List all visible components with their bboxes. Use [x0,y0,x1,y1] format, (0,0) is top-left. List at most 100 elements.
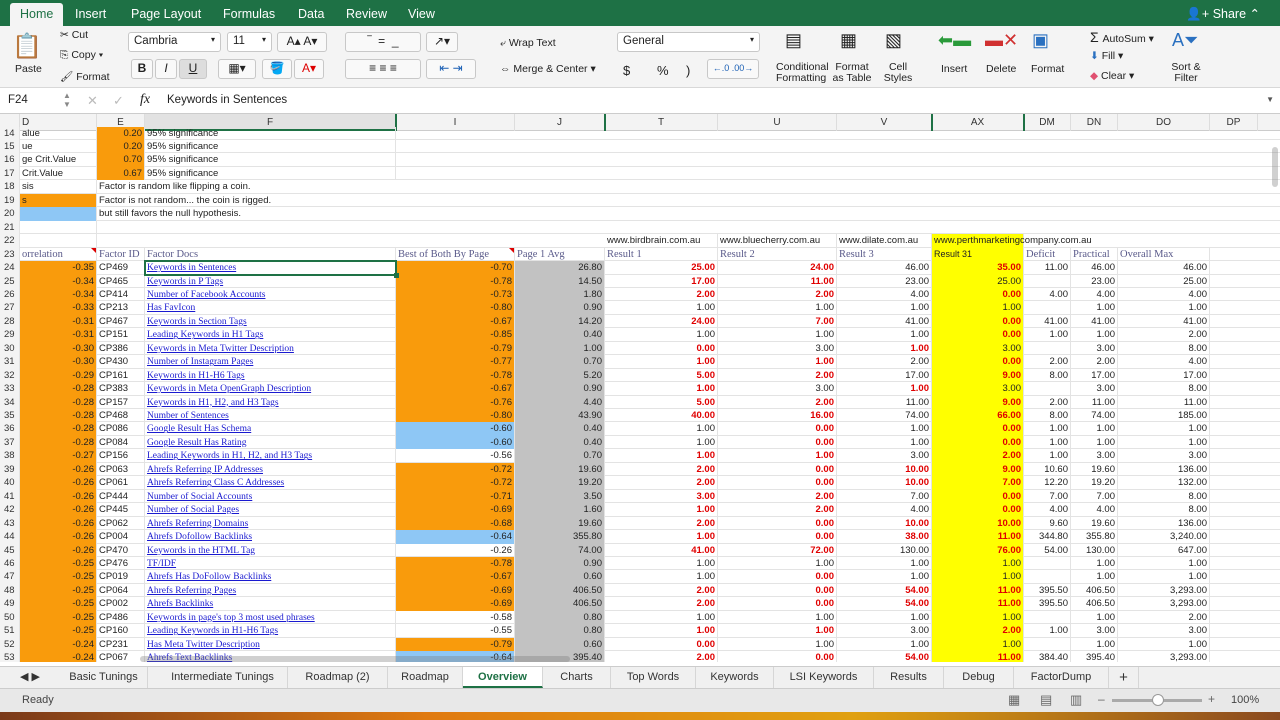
zoom-slider-handle[interactable] [1152,694,1164,706]
borders-button[interactable]: ▦▾ [218,59,256,79]
row-header[interactable]: 47 [0,570,20,584]
font-size-grow-shrink[interactable]: A▴ A▾ [277,32,327,52]
row-header[interactable]: 42 [0,503,20,517]
row-header[interactable]: 28 [0,314,20,329]
format-painter-button[interactable]: 🖌 Format [60,70,110,83]
cancel-icon[interactable]: ✕ [87,93,98,109]
indent-buttons[interactable]: ⇤ ⇥ [426,59,476,79]
row-header[interactable]: 53 [0,651,20,662]
cell-styles-button[interactable]: Cell Styles [882,62,914,84]
function-icon[interactable]: fx [140,92,150,108]
formula-input[interactable]: Keywords in Sentences [167,94,287,106]
row-header[interactable]: 34 [0,395,20,410]
number-format-select[interactable]: General ▾ [617,32,760,52]
factor-doc-link[interactable]: Number of Social Accounts [147,492,252,502]
paste-icon[interactable]: 📋 [12,32,42,61]
comment-indicator[interactable] [91,247,96,253]
comma-button[interactable]: ) [686,63,690,78]
factor-doc-link[interactable]: Has Meta Twitter Description [147,640,260,650]
row-header[interactable]: 52 [0,637,20,652]
row-header[interactable]: 14 [0,126,20,141]
factor-doc-link[interactable]: Number of Social Pages [147,505,239,515]
row-header[interactable]: 32 [0,368,20,383]
zoom-out-button[interactable]: – [1098,692,1105,706]
sheet-tab-basic-tunings[interactable]: Basic Tunings [60,667,148,688]
ribbon-tab-insert[interactable]: Insert [65,3,116,26]
factor-doc-link[interactable]: Ahrefs Has DoFollow Backlinks [147,572,271,582]
zoom-slider[interactable] [1112,694,1202,706]
ribbon-tab-view[interactable]: View [398,3,445,26]
factor-doc-link[interactable]: Ahrefs Referring Pages [147,586,236,596]
row-header[interactable]: 18 [0,180,20,194]
factor-doc-link[interactable]: Has FavIcon [147,303,195,313]
row-header[interactable]: 35 [0,409,20,423]
add-sheet-button[interactable]: + [1109,667,1139,688]
comment-indicator[interactable] [509,247,514,253]
row-header[interactable]: 37 [0,435,20,450]
sheet-tab-top-words[interactable]: Top Words [611,667,696,688]
font-color-button[interactable]: A▾ [294,59,324,79]
row-header[interactable]: 21 [0,220,20,235]
insert-button[interactable]: Insert [941,63,967,75]
factor-doc-link[interactable]: Ahrefs Backlinks [147,599,213,609]
row-header[interactable]: 36 [0,422,20,436]
row-header[interactable]: 41 [0,489,20,504]
horizontal-align-buttons[interactable]: ≡ ≡ ≡ [345,59,421,79]
delete-button[interactable]: Delete [986,63,1016,75]
copy-button[interactable]: ⎘ Copy ▾ [60,49,103,62]
sheet-tab-charts[interactable]: Charts [543,667,611,688]
conditional-formatting-button[interactable]: Conditional Formatting [776,62,829,84]
row-header[interactable]: 50 [0,610,20,625]
row-header[interactable]: 27 [0,301,20,315]
factor-doc-link[interactable]: Keywords in H1, H2, and H3 Tags [147,398,279,408]
factor-doc-link[interactable]: Leading Keywords in H1-H6 Tags [147,626,278,636]
row-header[interactable]: 19 [0,193,20,208]
factor-doc-link[interactable]: TF/IDF [147,559,176,569]
row-header[interactable]: 46 [0,556,20,571]
factor-doc-link[interactable]: Number of Sentences [147,411,229,421]
row-header[interactable]: 31 [0,355,20,369]
sheet-tab-overview[interactable]: Overview [463,667,543,688]
factor-doc-link[interactable]: Google Result Has Rating [147,438,246,448]
percent-button[interactable]: % [657,63,669,78]
factor-doc-link[interactable]: Ahrefs Referring Domains [147,519,248,529]
ribbon-tab-formulas[interactable]: Formulas [213,3,285,26]
vertical-scrollbar[interactable] [1272,146,1278,187]
row-header[interactable]: 30 [0,341,20,356]
factor-doc-link[interactable]: Google Result Has Schema [147,424,251,434]
row-header[interactable]: 17 [0,166,20,181]
factor-doc-link[interactable]: Keywords in Section Tags [147,317,247,327]
font-size-select[interactable]: 11 ▾ [227,32,272,52]
row-header[interactable]: 20 [0,207,20,221]
ribbon-tab-page-layout[interactable]: Page Layout [121,3,211,26]
horizontal-scrollbar[interactable] [140,655,570,662]
row-header[interactable]: 44 [0,530,20,544]
row-header[interactable]: 16 [0,153,20,167]
row-header[interactable]: 51 [0,624,20,638]
factor-doc-link[interactable]: Keywords in Meta Twitter Description [147,344,294,354]
format-button[interactable]: Format [1031,63,1064,75]
factor-doc-link[interactable]: Number of Instagram Pages [147,357,253,367]
sheet-tab-intermediate-tunings[interactable]: Intermediate Tunings [158,667,288,688]
factor-doc-link[interactable]: Keywords in the HTML Tag [147,546,255,556]
row-header[interactable]: 15 [0,140,20,154]
sheet-tab-results[interactable]: Results [874,667,944,688]
sheet-tab-debug[interactable]: Debug [944,667,1014,688]
share-button[interactable]: 👤+ Share ⌃ [1186,6,1260,22]
row-header[interactable]: 29 [0,328,20,342]
factor-doc-link[interactable]: Keywords in H1-H6 Tags [147,371,245,381]
autosum-button[interactable]: Σ AutoSum ▾ [1090,29,1154,45]
decimal-buttons[interactable]: ←.0 .00→ [707,59,759,79]
name-box[interactable]: F24 [8,94,28,106]
worksheet-grid[interactable]: 14 alue 0.20 95% significance 15 ue 0.20 95% si… [0,126,1280,662]
sheet-tab-lsi-keywords[interactable]: LSI Keywords [774,667,874,688]
name-box-stepper[interactable]: ▲ ▼ [63,91,71,109]
page-break-view-icon[interactable]: ▥ [1070,692,1082,708]
sheet-tab-factordump[interactable]: FactorDump [1014,667,1109,688]
factor-doc-link[interactable]: Leading Keywords in H1 Tags [147,330,263,340]
row-header[interactable]: 33 [0,382,20,396]
sheet-tab-keywords[interactable]: Keywords [696,667,774,688]
row-header[interactable]: 45 [0,543,20,557]
currency-button[interactable]: $ [623,63,630,78]
ribbon-tab-home[interactable]: Home [10,3,64,26]
